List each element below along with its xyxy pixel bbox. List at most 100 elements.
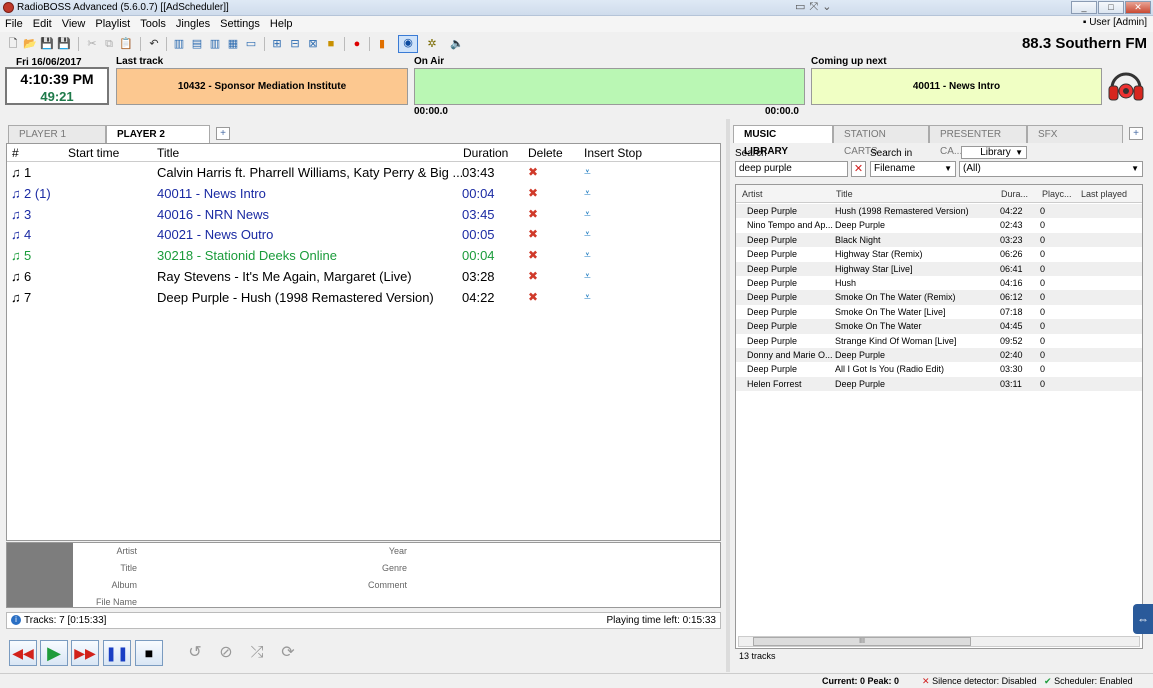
stop-button[interactable]: ■	[135, 640, 163, 666]
coming-up-panel[interactable]: 40011 - News Intro	[811, 68, 1102, 105]
col-last-played[interactable]: Last played	[1081, 189, 1127, 199]
shuffle-icon[interactable]: ⤮	[247, 643, 267, 663]
block-icon[interactable]: ⊘	[216, 643, 236, 663]
library-row[interactable]: Deep Purple Smoke On The Water (Remix) 06:…	[736, 290, 1142, 305]
save-icon[interactable]: 💾	[40, 37, 54, 51]
silence-detector-status[interactable]: ✕ Silence detector: Disabled	[922, 676, 1037, 687]
record-icon[interactable]: ●	[350, 37, 364, 51]
repeat-icon[interactable]: ↺	[185, 643, 205, 663]
layout-1-icon[interactable]: ▥	[172, 37, 186, 51]
broadcast-globe-icon[interactable]: ◉	[398, 35, 418, 53]
col-insert-stop[interactable]: Insert Stop	[584, 146, 642, 160]
insert-jingle-icon[interactable]: ■	[324, 37, 338, 51]
menu-help[interactable]: Help	[265, 16, 298, 32]
menu-jingles[interactable]: Jingles	[171, 16, 215, 32]
scrollbar-thumb[interactable]: III	[753, 637, 971, 646]
tab-music-library[interactable]: MUSIC LIBRARY	[733, 125, 833, 157]
playlist-row[interactable]: ♫ 7 Deep Purple - Hush (1998 Remastered Ve…	[7, 288, 720, 309]
col-artist[interactable]: Artist	[742, 189, 763, 199]
save-as-icon[interactable]: 💾	[57, 37, 71, 51]
clear-search-icon[interactable]: ✕	[851, 161, 866, 177]
delete-x-icon[interactable]: ✖	[528, 290, 538, 304]
insert-track-icon[interactable]: ⊞	[270, 37, 284, 51]
search-field-select[interactable]: Filename ▼	[870, 161, 956, 177]
col-playcount[interactable]: Playc...	[1042, 189, 1072, 199]
playlist-row[interactable]: ♫ 4 40021 - News Outro 00:05 ✖ ⩡	[7, 225, 720, 246]
library-row[interactable]: Deep Purple Hush (1998 Remastered Version…	[736, 204, 1142, 219]
copy-icon[interactable]: ⧉	[102, 37, 116, 51]
menu-tools[interactable]: Tools	[135, 16, 171, 32]
playlist-row[interactable]: ♫ 1 Calvin Harris ft. Pharrell Williams, K…	[7, 163, 720, 184]
insert-stop-icon[interactable]: ⩡	[584, 269, 591, 284]
tab-station-carts[interactable]: STATION CARTS	[833, 125, 929, 157]
delete-x-icon[interactable]: ✖	[528, 227, 538, 241]
insert-stop-icon[interactable]: ⩡	[584, 248, 591, 263]
playlist-row[interactable]: ♫ 3 40016 - NRN News 03:45 ✖ ⩡	[7, 205, 720, 226]
add-library-tab-icon[interactable]: +	[1129, 127, 1143, 140]
playlist-row[interactable]: ♫ 2 (1) 40011 - News Intro 00:04 ✖ ⩡	[7, 184, 720, 205]
add-player-tab-icon[interactable]: +	[216, 127, 230, 140]
scheduler-icon[interactable]: ✲	[425, 37, 439, 51]
playlist-grid[interactable]: # Start time Title Duration Delete Inser…	[6, 143, 721, 541]
scheduler-status[interactable]: ✔ Scheduler: Enabled	[1044, 676, 1133, 687]
menu-settings[interactable]: Settings	[215, 16, 265, 32]
new-playlist-icon[interactable]: 🗋	[6, 37, 20, 51]
layout-3-icon[interactable]: ▥	[208, 37, 222, 51]
library-select[interactable]: Library ▼	[961, 146, 1027, 159]
delete-x-icon[interactable]: ✖	[528, 269, 538, 283]
layout-5-icon[interactable]: ▭	[244, 37, 258, 51]
playlist-row[interactable]: ♫ 5 30218 - Stationid Deeks Online 00:04 ✖ ⩡	[7, 246, 720, 267]
last-track-panel[interactable]: 10432 - Sponsor Mediation Institute	[116, 68, 408, 105]
playlist-row[interactable]: ♫ 6 Ray Stevens - It's Me Again, Margaret …	[7, 267, 720, 288]
layout-4-icon[interactable]: ▦	[226, 37, 240, 51]
library-row[interactable]: Nino Tempo and Ap... Deep Purple 02:43 0	[736, 218, 1142, 232]
on-air-panel[interactable]	[414, 68, 805, 105]
insert-stop-icon[interactable]: ⩡	[584, 207, 591, 222]
open-folder-icon[interactable]: 📂	[23, 37, 37, 51]
cut-icon[interactable]: ✂	[85, 37, 99, 51]
insert-stop-icon[interactable]: ⩡	[584, 165, 591, 180]
col-start-time[interactable]: Start time	[68, 146, 119, 160]
paste-icon[interactable]: 📋	[119, 37, 133, 51]
close-button[interactable]: ✕	[1125, 1, 1151, 14]
library-row[interactable]: Donny and Marie O... Deep Purple 02:40 0	[736, 348, 1142, 363]
library-row[interactable]: Deep Purple Smoke On The Water 04:45 0	[736, 319, 1142, 334]
library-row[interactable]: Deep Purple Smoke On The Water [Live] 07:1…	[736, 305, 1142, 319]
maximize-button[interactable]: □	[1098, 1, 1124, 14]
insert-folder-icon[interactable]: ⊠	[306, 37, 320, 51]
menu-playlist[interactable]: Playlist	[90, 16, 135, 32]
library-row[interactable]: Deep Purple Highway Star (Remix) 06:26 0	[736, 247, 1142, 261]
statistics-icon[interactable]: ▮	[375, 37, 389, 51]
caption-extra-icons[interactable]: ▭⤧⌄	[795, 0, 845, 14]
mute-speaker-icon[interactable]: 🔈	[450, 37, 464, 51]
filter-select[interactable]: (All) ▼	[959, 161, 1143, 177]
tab-sfx[interactable]: SFX	[1027, 125, 1123, 143]
layout-2-icon[interactable]: ▤	[190, 37, 204, 51]
insert-command-icon[interactable]: ⊟	[288, 37, 302, 51]
insert-stop-icon[interactable]: ⩡	[584, 227, 591, 242]
pane-splitter[interactable]	[726, 119, 730, 672]
tab-presenter-carts[interactable]: PRESENTER CA...	[929, 125, 1027, 157]
col-num[interactable]: #	[12, 146, 19, 160]
menu-edit[interactable]: Edit	[28, 16, 57, 32]
col-lib-title[interactable]: Title	[836, 189, 853, 199]
delete-x-icon[interactable]: ✖	[528, 165, 538, 179]
tab-player-1[interactable]: PLAYER 1	[8, 125, 106, 143]
library-row[interactable]: Deep Purple Highway Star [Live] 06:41 0	[736, 261, 1142, 276]
delete-x-icon[interactable]: ✖	[528, 248, 538, 262]
play-button[interactable]: ▶	[40, 640, 68, 666]
delete-x-icon[interactable]: ✖	[528, 207, 538, 221]
undo-icon[interactable]: ↶	[147, 37, 161, 51]
col-lib-duration[interactable]: Dura...	[1001, 189, 1028, 199]
side-panel-toggle-icon[interactable]: ⇔	[1133, 604, 1153, 634]
delete-x-icon[interactable]: ✖	[528, 186, 538, 200]
insert-stop-icon[interactable]: ⩡	[584, 290, 591, 305]
previous-button[interactable]: ◀◀	[9, 640, 37, 666]
menu-view[interactable]: View	[57, 16, 91, 32]
library-grid[interactable]: Artist Title Dura... Playc... Last playe…	[735, 184, 1143, 649]
menu-file[interactable]: File	[0, 16, 28, 32]
horizontal-scrollbar[interactable]: III	[738, 636, 1140, 647]
pause-button[interactable]: ❚❚	[103, 640, 131, 666]
insert-stop-icon[interactable]: ⩡	[584, 186, 591, 201]
library-row[interactable]: Helen Forrest Deep Purple 03:11 0	[736, 376, 1142, 392]
